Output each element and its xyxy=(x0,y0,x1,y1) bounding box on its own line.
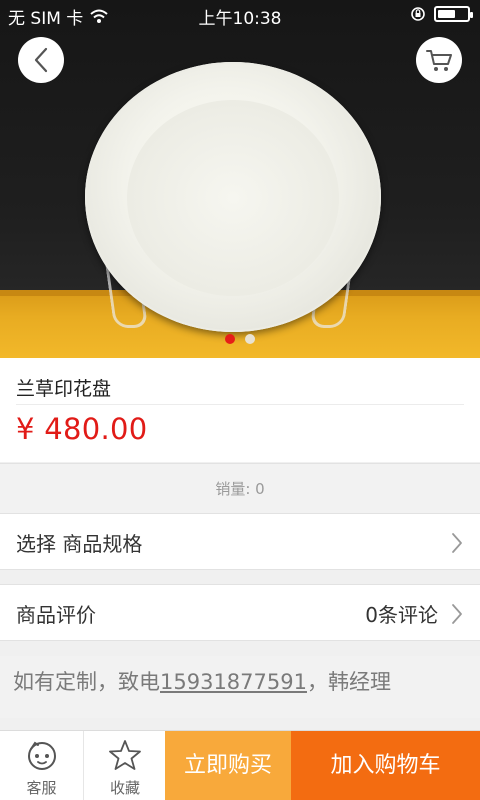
status-bar: 无 SIM 卡 上午10:38 xyxy=(0,0,480,29)
add-to-cart-button[interactable]: 加入购物车 xyxy=(291,731,480,800)
star-icon xyxy=(109,740,141,770)
carousel-dot[interactable] xyxy=(245,334,255,344)
cart-button[interactable] xyxy=(416,37,462,83)
customer-service-label: 客服 xyxy=(26,779,57,797)
customer-service-button[interactable]: 客服 xyxy=(0,731,83,800)
product-title: 兰草印花盘 xyxy=(16,378,112,400)
product-info-card: 兰草印花盘 ¥ 480.00 xyxy=(0,358,480,462)
battery-icon xyxy=(434,6,473,22)
favorite-label: 收藏 xyxy=(109,779,140,797)
favorite-button[interactable]: 收藏 xyxy=(83,731,166,800)
custom-order-contact: 如有定制，致电15931877591，韩经理 xyxy=(0,656,480,718)
orientation-lock-icon xyxy=(411,7,425,21)
plate-inner-relief xyxy=(127,100,339,296)
sales-count: 销量: 0 xyxy=(0,463,480,513)
chevron-left-icon xyxy=(34,47,48,73)
contact-suffix: ，韩经理 xyxy=(306,670,391,694)
select-spec-label: 选择 商品规格 xyxy=(16,532,143,556)
bottom-action-bar: 客服 收藏 立即购买 加入购物车 xyxy=(0,730,480,800)
contact-phone-link[interactable]: 15931877591 xyxy=(160,670,307,694)
product-price: ¥ 480.00 xyxy=(16,412,148,446)
shopping-cart-icon xyxy=(426,50,452,71)
buy-now-button[interactable]: 立即购买 xyxy=(165,731,291,800)
product-detail-screen: 无 SIM 卡 上午10:38 兰草印花盘 ¥ 480.00 销量: 0 选择 xyxy=(0,0,480,800)
status-time: 上午10:38 xyxy=(198,9,282,29)
reviews-count: 0条评论 xyxy=(365,603,438,627)
status-right xyxy=(410,6,473,22)
carousel-indicator xyxy=(0,334,480,344)
contact-prefix: 如有定制，致电 xyxy=(13,670,160,694)
reviews-row[interactable]: 商品评价 0条评论 xyxy=(0,584,480,641)
chevron-right-icon xyxy=(452,604,462,624)
reviews-label: 商品评价 xyxy=(16,603,96,627)
chevron-right-icon xyxy=(452,533,462,553)
title-divider xyxy=(16,404,464,405)
carousel-dot[interactable] xyxy=(225,334,235,344)
battery-level xyxy=(438,10,455,18)
select-spec-row[interactable]: 选择 商品规格 xyxy=(0,513,480,570)
back-button[interactable] xyxy=(18,37,64,83)
customer-service-icon xyxy=(27,741,56,770)
product-image-carousel[interactable] xyxy=(0,0,480,358)
product-photo-plate xyxy=(85,62,381,332)
